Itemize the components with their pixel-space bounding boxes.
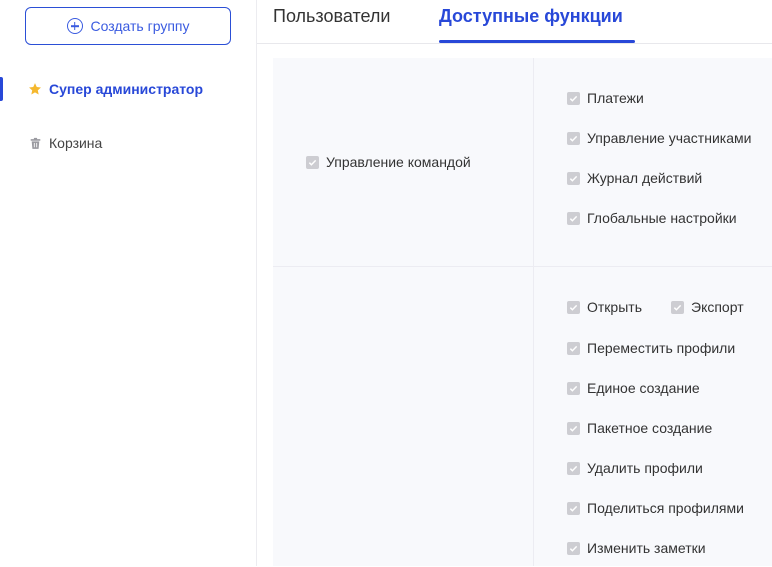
plus-circle-icon [66,18,83,34]
sidebar-item-trash[interactable]: Корзина [0,131,255,155]
checkbox-checked-icon [567,341,580,355]
checkbox-label: Глобальные настройки [587,210,737,226]
checkbox-payments[interactable]: Платежи [567,90,644,106]
checkbox-label: Управление командой [326,154,471,170]
checkbox-export[interactable]: Экспорт [671,299,744,315]
sidebar-item-super-admin[interactable]: Супер администратор [0,77,255,101]
create-group-label: Создать группу [90,18,190,34]
checkbox-label: Единое создание [587,380,700,396]
checkbox-checked-icon [567,171,580,185]
checkbox-checked-icon [671,300,684,314]
checkbox-checked-icon [567,131,580,145]
checkbox-checked-icon [567,300,580,314]
checkbox-label: Журнал действий [587,170,703,186]
checkbox-label: Переместить профили [587,340,736,356]
permission-section-team: Управление командой Платежи Управление у… [273,58,772,267]
checkbox-checked-icon [567,91,580,105]
active-tab-underline [439,40,635,43]
checkbox-label: Управление участниками [587,130,752,146]
create-group-button[interactable]: Создать группу [25,7,231,45]
sidebar-item-label: Корзина [49,135,103,151]
checkbox-label: Платежи [587,90,644,106]
checkbox-label: Изменить заметки [587,540,706,556]
sidebar-item-label: Супер администратор [49,81,204,97]
checkbox-open[interactable]: Открыть [567,299,642,315]
checkbox-activity-log[interactable]: Журнал действий [567,170,702,186]
tab-users[interactable]: Пользователи [273,6,390,36]
checkbox-label: Экспорт [691,299,744,315]
checkbox-checked-icon [567,421,580,435]
checkbox-global-settings[interactable]: Глобальные настройки [567,210,737,226]
permission-section-profiles: Открыть Экспорт Переместить профили Един… [273,267,772,567]
sidebar: Создать группу Супер администратор Корзи… [0,0,257,566]
checkbox-label: Удалить профили [587,460,703,476]
checkbox-single-create[interactable]: Единое создание [567,380,700,396]
checkbox-checked-icon [567,461,580,475]
checkbox-delete-profiles[interactable]: Удалить профили [567,460,703,476]
active-indicator [0,77,3,101]
checkbox-checked-icon [567,211,580,225]
tab-available-features[interactable]: Доступные функции [439,6,623,36]
checkbox-member-management[interactable]: Управление участниками [567,130,751,146]
checkbox-share-profiles[interactable]: Поделиться профилями [567,500,744,516]
checkbox-checked-icon [567,541,580,555]
permissions-table: Управление командой Платежи Управление у… [273,58,772,566]
checkbox-batch-create[interactable]: Пакетное создание [567,420,712,436]
checkbox-label: Поделиться профилями [587,500,744,516]
trash-icon [28,136,42,150]
checkbox-checked-icon [567,381,580,395]
checkbox-label: Пакетное создание [587,420,713,436]
checkbox-edit-notes[interactable]: Изменить заметки [567,540,706,556]
checkbox-move-profiles[interactable]: Переместить профили [567,340,735,356]
checkbox-team-management[interactable]: Управление командой [306,154,471,170]
checkbox-checked-icon [567,501,580,515]
tab-bar: Пользователи Доступные функции [257,0,772,44]
star-icon [28,82,42,96]
checkbox-label: Открыть [587,299,642,315]
checkbox-checked-icon [306,155,319,169]
